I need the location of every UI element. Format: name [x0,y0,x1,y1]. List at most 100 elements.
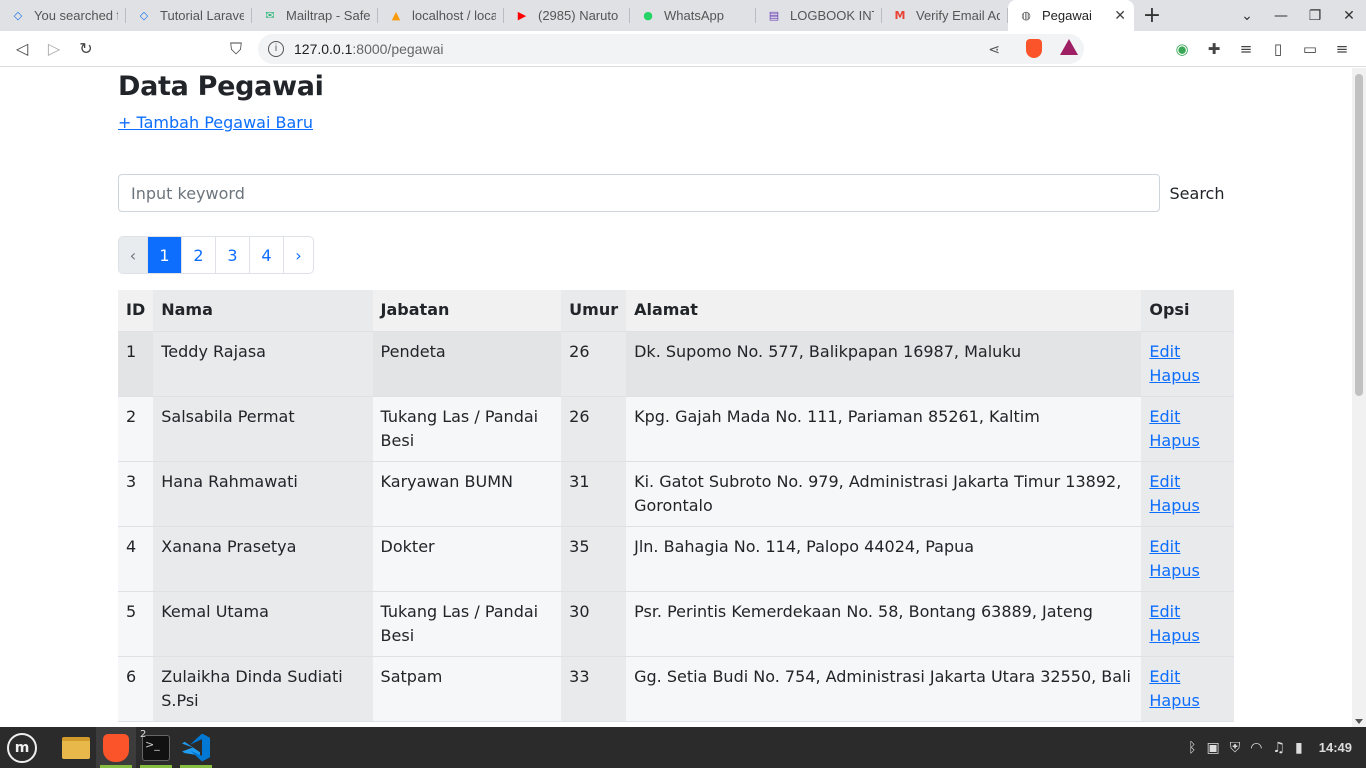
brave-launcher[interactable] [96,727,136,768]
edit-link[interactable]: Edit [1149,665,1226,689]
edit-link[interactable]: Edit [1149,340,1226,364]
cell-id: 3 [118,461,154,527]
cell-nama: Zulaikha Dinda Sudiati S.Psi [153,656,373,722]
wallet-icon[interactable]: ▭ [1294,40,1326,58]
pagination-page-4[interactable]: 4 [250,237,284,273]
back-icon[interactable]: ◁ [6,33,38,65]
table-header-row: ID Nama Jabatan Umur Alamat Opsi [118,290,1234,332]
cell-umur: 26 [561,331,627,397]
forward-icon[interactable]: ▷ [38,33,70,65]
cell-opsi: Edit Hapus [1141,461,1234,527]
close-window-icon[interactable]: ✕ [1332,8,1366,24]
pagination-page-3[interactable]: 3 [216,237,250,273]
table-row: 6 Zulaikha Dinda Sudiati S.Psi Satpam 33 Gg.… [118,656,1234,722]
header-nama: Nama [153,290,373,332]
bookmark-icon[interactable]: ⛉ [220,33,252,65]
browser-tab-label: You searched fo [34,8,118,23]
browser-tab[interactable]: ▤ LOGBOOK INTE [756,0,882,31]
vscode-launcher[interactable] [176,727,216,768]
delete-link[interactable]: Hapus [1149,364,1226,388]
pagination-next[interactable]: › [284,237,313,273]
table-row: 2 Salsabila Permat Tukang Las / Pandai Bes… [118,396,1234,462]
share-icon[interactable]: ⋖ [988,41,1000,58]
page-scrollbar[interactable] [1352,68,1366,727]
vscode-icon [182,733,210,762]
search-button[interactable]: Search [1160,174,1234,212]
browser-tab[interactable]: ● WhatsApp [630,0,756,31]
browser-tab[interactable]: M Verify Email Ad [882,0,1008,31]
search-input[interactable] [118,174,1160,212]
cell-alamat: Psr. Perintis Kemerdekaan No. 58, Bontan… [626,591,1142,657]
pagination-page-2[interactable]: 2 [182,237,216,273]
page-viewport: Data Pegawai + Tambah Pegawai Baru Searc… [0,68,1352,727]
browser-tab-label: Pegawai [1042,8,1092,23]
menu-button[interactable]: m [0,727,44,768]
cell-nama: Hana Rahmawati [153,461,373,527]
sound-icon[interactable]: ♫ [1272,740,1285,756]
brave-shields-icon[interactable] [1026,39,1042,58]
youtube-icon: ▶ [517,9,527,22]
delete-link[interactable]: Hapus [1149,559,1226,583]
browser-tab[interactable]: ◇ Tutorial Laravel [126,0,252,31]
cell-nama: Teddy Rajasa [153,331,373,397]
scrollbar-thumb[interactable] [1355,74,1363,396]
vpn-icon[interactable]: ◉ [1166,40,1198,58]
globe-icon: ◍ [1021,9,1031,22]
battery-icon[interactable]: ▮ [1295,740,1303,756]
browser-tab[interactable]: ✉ Mailtrap - Safe E [252,0,378,31]
browser-tab[interactable]: ◍ Pegawai ✕ [1008,0,1134,31]
terminal-launcher[interactable]: 2 >_ [136,727,176,768]
window-controls: ⌄ — ❐ ✕ [1230,0,1366,31]
table-row: 1 Teddy Rajasa Pendeta 26 Dk. Supomo No. 577… [118,331,1234,397]
cell-nama: Xanana Prasetya [153,526,373,592]
delete-link[interactable]: Hapus [1149,429,1226,453]
delete-link[interactable]: Hapus [1149,494,1226,518]
browser-tab-label: Verify Email Ad [916,8,1000,23]
wifi-icon[interactable]: ◠ [1250,740,1262,756]
tab-list-chevron-icon[interactable]: ⌄ [1230,8,1264,24]
shield-icon[interactable]: ⛨ [1230,740,1241,756]
new-tab-button[interactable]: + [1134,0,1170,31]
edit-link[interactable]: Edit [1149,600,1226,624]
close-tab-icon[interactable]: ✕ [1114,8,1126,24]
maximize-icon[interactable]: ❐ [1298,8,1332,24]
media-playlist-icon[interactable]: ≡ [1230,40,1262,58]
delete-link[interactable]: Hapus [1149,624,1226,648]
browser-tab[interactable]: ▲ localhost / loca [378,0,504,31]
reload-icon[interactable]: ↻ [70,33,102,65]
brave-rewards-icon[interactable] [1060,39,1078,55]
files-launcher[interactable] [56,727,96,768]
bluetooth-icon[interactable]: ᛒ [1188,740,1196,756]
cell-jabatan: Karyawan BUMN [372,461,562,527]
site-info-icon[interactable]: i [268,41,284,57]
cell-umur: 30 [561,591,627,657]
minimize-icon[interactable]: — [1264,8,1298,24]
cell-umur: 31 [561,461,627,527]
browser-tab[interactable]: ▶ (2985) Naruto S [504,0,630,31]
add-employee-link[interactable]: + Tambah Pegawai Baru [118,113,313,132]
header-opsi: Opsi [1141,290,1234,332]
cell-id: 1 [118,331,154,397]
whatsapp-icon: ● [643,9,653,22]
cell-opsi: Edit Hapus [1141,331,1234,397]
browser-tab[interactable]: ◇ You searched fo [0,0,126,31]
clock[interactable]: 14:49 [1319,740,1352,755]
edit-link[interactable]: Edit [1149,470,1226,494]
address-bar[interactable]: i 127.0.0.1:8000/pegawai ⋖ [258,34,1084,64]
menu-icon[interactable]: ≡ [1326,40,1358,58]
cell-umur: 35 [561,526,627,592]
cell-opsi: Edit Hapus [1141,656,1234,722]
scroll-down-arrow[interactable] [1355,719,1363,724]
edit-link[interactable]: Edit [1149,535,1226,559]
pagination-page-1[interactable]: 1 [148,237,182,273]
edit-link[interactable]: Edit [1149,405,1226,429]
header-jabatan: Jabatan [372,290,562,332]
pagination-prev[interactable]: ‹ [119,237,148,273]
extensions-puzzle-icon[interactable]: ✚ [1198,40,1230,58]
browser-tab-label: (2985) Naruto S [538,8,622,23]
cell-jabatan: Satpam [372,656,562,722]
delete-link[interactable]: Hapus [1149,689,1226,713]
sidebar-icon[interactable]: ▯ [1262,40,1294,58]
clipboard-icon[interactable]: ▣ [1207,740,1220,756]
search-form: Search [118,174,1234,212]
